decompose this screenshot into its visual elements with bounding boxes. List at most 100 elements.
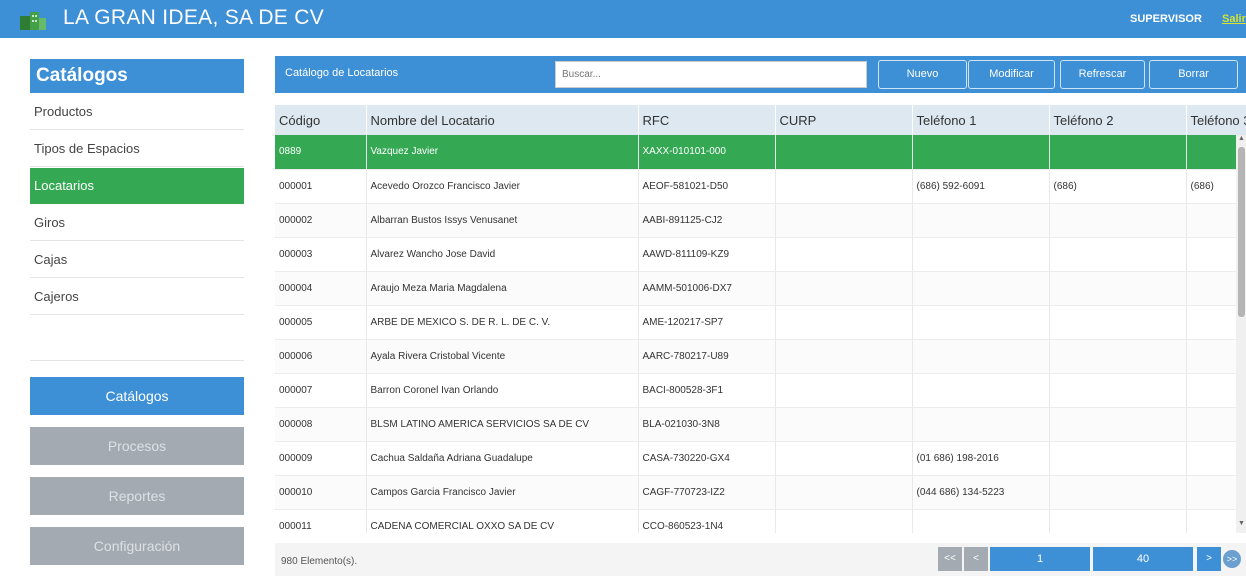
table-cell: 000008: [275, 407, 367, 442]
sidebar-item-productos[interactable]: Productos: [30, 94, 244, 130]
refresh-button[interactable]: Refrescar: [1060, 60, 1145, 89]
table-cell: [775, 441, 913, 476]
table-cell: [1049, 271, 1187, 306]
page-size-field[interactable]: 40: [1093, 547, 1193, 571]
table-row[interactable]: 000010 Campos Garcia Francisco Javier CAGF…: [275, 475, 1246, 510]
table-cell: Vazquez Javier: [366, 135, 639, 170]
table-cell: 000002: [275, 203, 367, 238]
column-header[interactable]: Teléfono 2: [1049, 105, 1187, 135]
table-cell: [775, 373, 913, 408]
table-cell: Alvarez Wancho Jose David: [366, 237, 639, 272]
app-title: LA GRAN IDEA, SA DE CV: [63, 6, 325, 29]
table-cell: 000001: [275, 169, 367, 204]
table-row[interactable]: 0889 Vazquez Javier XAXX-010101-000: [275, 135, 1246, 170]
table-cell: Cachua Saldaña Adriana Guadalupe: [366, 441, 639, 476]
sidebar-item-tipos-de-espacios[interactable]: Tipos de Espacios: [30, 131, 244, 167]
delete-button[interactable]: Borrar: [1149, 60, 1238, 89]
sidebar-title: Catálogos: [30, 59, 244, 93]
table-cell: XAXX-010101-000: [638, 135, 776, 170]
table-row[interactable]: 000002 Albarran Bustos Issys Venusanet AAB…: [275, 203, 1246, 238]
sidebar-item-cajeros[interactable]: Cajeros: [30, 279, 244, 315]
search-input[interactable]: [555, 61, 867, 88]
column-header[interactable]: RFC: [638, 105, 776, 135]
table-cell: BLSM LATINO AMERICA SERVICIOS SA DE CV: [366, 407, 639, 442]
table-cell: Ayala Rivera Cristobal Vicente: [366, 339, 639, 374]
table-row[interactable]: 000005 ARBE DE MEXICO S. DE R. L. DE C. V…: [275, 305, 1246, 340]
panel-title: Catálogo de Locatarios: [285, 67, 399, 79]
table-cell: (686) 592-6091: [912, 169, 1050, 204]
item-count: 980 Elemento(s).: [281, 556, 358, 567]
column-header[interactable]: Teléfono 1: [912, 105, 1050, 135]
modify-button[interactable]: Modificar: [968, 60, 1055, 89]
table-cell: (686): [1049, 169, 1187, 204]
next-page-button[interactable]: >: [1197, 547, 1221, 571]
table-cell: [1049, 305, 1187, 340]
column-header[interactable]: CURP: [775, 105, 913, 135]
table-cell: [1049, 475, 1187, 510]
table-row[interactable]: 000009 Cachua Saldaña Adriana Guadalupe CA…: [275, 441, 1246, 476]
table-cell: [912, 237, 1050, 272]
table-cell: [912, 203, 1050, 238]
last-page-button[interactable]: >>: [1223, 550, 1241, 568]
sidebar-item-giros[interactable]: Giros: [30, 205, 244, 241]
table-cell: (01 686) 198-2016: [912, 441, 1050, 476]
scroll-down-icon[interactable]: ▼: [1238, 520, 1245, 527]
panel-header: Catálogo de Locatarios Nuevo Modificar R…: [275, 56, 1246, 93]
table-cell: BACI-800528-3F1: [638, 373, 776, 408]
column-header[interactable]: Código: [275, 105, 367, 135]
module-button-1[interactable]: Procesos: [30, 427, 244, 465]
top-bar: LA GRAN IDEA, SA DE CV SUPERVISOR Salir: [0, 0, 1246, 38]
table-cell: Barron Coronel Ivan Orlando: [366, 373, 639, 408]
table-row[interactable]: 000003 Alvarez Wancho Jose David AAWD-8111…: [275, 237, 1246, 272]
table-row[interactable]: 000011 CADENA COMERCIAL OXXO SA DE CV CCO-…: [275, 509, 1246, 533]
table-cell: Albarran Bustos Issys Venusanet: [366, 203, 639, 238]
sidebar-item-locatarios[interactable]: Locatarios: [30, 168, 244, 204]
new-button[interactable]: Nuevo: [878, 60, 967, 89]
table-cell: [775, 339, 913, 374]
table-cell: [912, 135, 1050, 170]
table-row[interactable]: 000001 Acevedo Orozco Francisco Javier AEO…: [275, 169, 1246, 204]
table-cell: [1049, 441, 1187, 476]
module-button-0[interactable]: Catálogos: [30, 377, 244, 415]
first-page-button[interactable]: <<: [938, 547, 962, 571]
scroll-thumb[interactable]: [1238, 147, 1245, 317]
table-cell: [775, 203, 913, 238]
table-cell: AARC-780217-U89: [638, 339, 776, 374]
table-cell: [912, 509, 1050, 533]
table-row[interactable]: 000008 BLSM LATINO AMERICA SERVICIOS SA D…: [275, 407, 1246, 442]
table-footer: 980 Elemento(s). << < 1 40 > >>: [275, 543, 1246, 576]
table-row[interactable]: 000004 Araujo Meza Maria Magdalena AAMM-50…: [275, 271, 1246, 306]
table-header-row: Código Nombre del Locatario RFC CURP Teléfon…: [275, 105, 1246, 135]
table-cell: AABI-891125-CJ2: [638, 203, 776, 238]
table-scrollbar[interactable]: ▲ ▼: [1236, 135, 1246, 533]
table-row[interactable]: 000007 Barron Coronel Ivan Orlando BACI-80…: [275, 373, 1246, 408]
table-cell: CCO-860523-1N4: [638, 509, 776, 533]
building-icon: [20, 12, 46, 30]
table-cell: [912, 305, 1050, 340]
table-cell: 000007: [275, 373, 367, 408]
table-cell: [775, 169, 913, 204]
column-header[interactable]: Nombre del Locatario: [366, 105, 639, 135]
table-cell: [1049, 339, 1187, 374]
column-header[interactable]: Teléfono 3: [1186, 105, 1246, 135]
module-button-2[interactable]: Reportes: [30, 477, 244, 515]
table-cell: Acevedo Orozco Francisco Javier: [366, 169, 639, 204]
table-cell: [1049, 135, 1187, 170]
module-button-3[interactable]: Configuración: [30, 527, 244, 565]
table-cell: [1049, 407, 1187, 442]
page-number-field[interactable]: 1: [990, 547, 1090, 571]
logout-link[interactable]: Salir: [1222, 13, 1246, 25]
scroll-up-icon[interactable]: ▲: [1238, 135, 1245, 142]
table-cell: [775, 305, 913, 340]
table-cell: ARBE DE MEXICO S. DE R. L. DE C. V.: [366, 305, 639, 340]
table-cell: [1049, 373, 1187, 408]
locatarios-table: Código Nombre del Locatario RFC CURP Teléfon…: [275, 105, 1246, 533]
table-cell: [775, 237, 913, 272]
table-cell: [1049, 203, 1187, 238]
table-cell: 000011: [275, 509, 367, 533]
sidebar-item-cajas[interactable]: Cajas: [30, 242, 244, 278]
prev-page-button[interactable]: <: [964, 547, 988, 571]
table-cell: 000003: [275, 237, 367, 272]
table-cell: [775, 407, 913, 442]
table-row[interactable]: 000006 Ayala Rivera Cristobal Vicente AARC…: [275, 339, 1246, 374]
